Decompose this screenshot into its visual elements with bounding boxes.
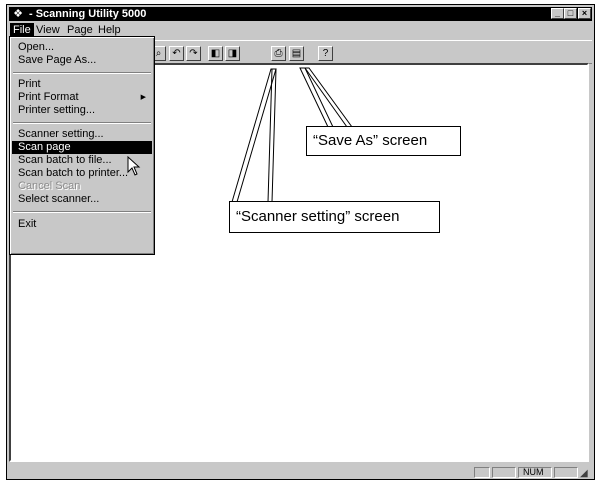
scanner-setting-callout: “Scanner setting” screen [229, 201, 440, 233]
callout-leader-lines [231, 67, 353, 203]
save-as-callout: “Save As” screen [306, 126, 461, 156]
